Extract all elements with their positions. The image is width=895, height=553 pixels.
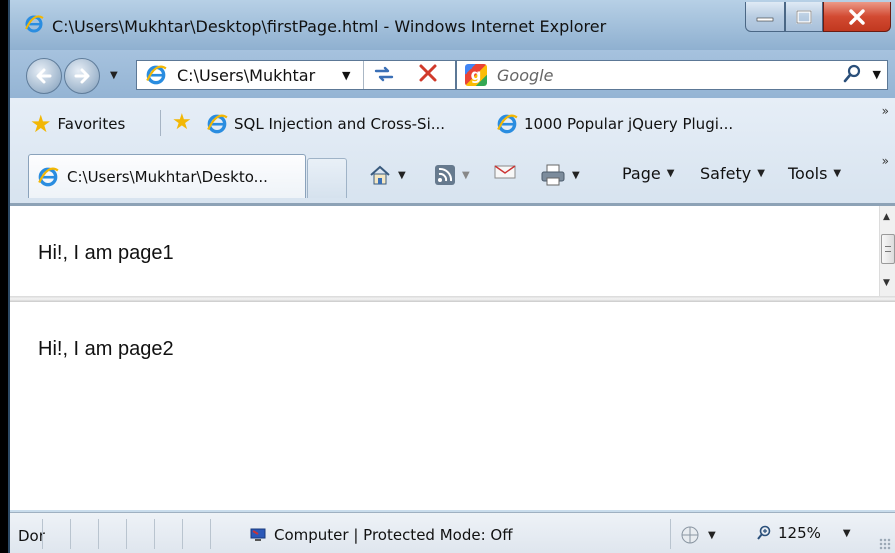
window-title: C:\Users\Mukhtar\Desktop\firstPage.html … — [52, 17, 607, 36]
browser-window: C:\Users\Mukhtar\Desktop\firstPage.html … — [8, 0, 895, 553]
search-input[interactable]: Google — [497, 66, 553, 85]
chevron-down-icon: ▼ — [666, 168, 675, 179]
divider — [160, 110, 161, 136]
maximize-button[interactable] — [785, 2, 823, 32]
chevron-down-icon[interactable]: ▼ — [462, 170, 470, 181]
favorite-link-sql-injection[interactable]: SQL Injection and Cross-Si... — [206, 113, 445, 135]
chevron-down-icon: ▼ — [757, 168, 765, 179]
divider — [154, 519, 155, 549]
safety-menu[interactable]: Safety ▼ — [700, 164, 765, 183]
divider — [42, 519, 43, 549]
ie-logo-icon — [25, 15, 44, 33]
maximize-icon — [796, 9, 812, 24]
zoom-icon — [757, 525, 771, 540]
resize-grip[interactable] — [879, 538, 891, 550]
navigation-bar: ▼ C:\Users\Mukhtar ▼ g Google ▼ — [10, 50, 895, 98]
favorite-link-label: SQL Injection and Cross-Si... — [234, 115, 446, 133]
tools-menu[interactable]: Tools ▼ — [788, 164, 841, 183]
star-icon: ★ — [30, 110, 52, 138]
search-button[interactable] — [843, 64, 861, 89]
divider — [70, 519, 71, 549]
google-icon: g — [465, 64, 487, 86]
chevron-down-icon: ▼ — [842, 527, 851, 539]
vertical-scrollbar[interactable]: ▲ ▼ — [879, 206, 895, 296]
divider — [98, 519, 99, 549]
status-bar: Dor Computer | Protected Mode: Off ▼ 125… — [10, 512, 895, 553]
minimize-button[interactable] — [745, 2, 785, 32]
print-icon — [541, 164, 565, 186]
search-options-dropdown[interactable]: ▼ — [873, 68, 881, 81]
divider — [363, 61, 364, 89]
scroll-up-arrow-icon[interactable]: ▲ — [883, 212, 890, 222]
favorite-link-jquery-plugins[interactable]: 1000 Popular jQuery Plugi... — [496, 113, 733, 135]
grip-icon — [885, 246, 891, 252]
ie-logo-icon — [146, 65, 167, 85]
safety-menu-label: Safety — [700, 164, 752, 183]
page1-text: Hi!, I am page1 — [38, 242, 174, 264]
computer-zone-icon — [250, 528, 266, 541]
read-mail-icon — [494, 165, 516, 179]
content-frame-bottom: Hi!, I am page2 — [10, 302, 895, 510]
favorite-link-label: 1000 Popular jQuery Plugi... — [524, 115, 734, 133]
divider — [210, 519, 211, 549]
rss-feed-icon — [435, 165, 455, 185]
address-dropdown-button[interactable]: ▼ — [342, 69, 350, 82]
tab-label: C:\Users\Mukhtar\Deskto... — [67, 167, 268, 186]
tools-menu-label: Tools — [788, 164, 828, 183]
protected-mode-button[interactable]: ▼ — [680, 525, 716, 545]
security-zone-label: Computer | Protected Mode: Off — [274, 526, 513, 544]
print-button[interactable]: ▼ — [540, 164, 580, 186]
chevron-down-icon: ▼ — [708, 529, 716, 541]
close-button[interactable] — [823, 2, 891, 32]
zoom-level-button[interactable]: 125% ▼ — [756, 524, 851, 542]
favorites-overflow-chevron-icon[interactable]: » — [882, 104, 889, 118]
search-icon — [843, 64, 861, 83]
back-button[interactable] — [26, 58, 62, 94]
recent-pages-dropdown[interactable]: ▼ — [110, 70, 118, 81]
stop-icon — [419, 64, 437, 82]
ie-logo-icon — [497, 114, 518, 134]
close-icon — [849, 8, 865, 25]
page-menu-label: Page — [622, 164, 661, 183]
stop-button[interactable] — [417, 61, 439, 91]
scrollbar-thumb[interactable] — [881, 234, 895, 264]
refresh-button[interactable] — [373, 65, 395, 87]
chevron-down-icon: ▼ — [833, 168, 842, 179]
new-tab-button[interactable] — [307, 158, 347, 198]
page-menu[interactable]: Page ▼ — [622, 164, 674, 183]
scroll-down-arrow-icon[interactable]: ▼ — [883, 278, 890, 288]
minimize-icon — [756, 17, 774, 21]
back-arrow-icon — [36, 68, 52, 84]
chevron-down-icon[interactable]: ▼ — [398, 170, 406, 181]
favorites-button[interactable]: ★ Favorites — [30, 112, 125, 136]
divider — [182, 519, 183, 549]
address-input[interactable]: C:\Users\Mukhtar — [177, 66, 315, 85]
ie-logo-icon — [207, 114, 228, 134]
zoom-level-label: 125% — [778, 524, 821, 542]
add-favorite-icon[interactable]: ★ — [172, 110, 192, 135]
home-button[interactable]: ▼ — [368, 164, 406, 186]
chevron-down-icon[interactable]: ▼ — [572, 170, 580, 181]
favorites-label: Favorites — [57, 115, 126, 133]
globe-icon — [681, 526, 699, 544]
read-mail-button[interactable] — [494, 164, 516, 180]
search-box[interactable]: g Google ▼ — [456, 60, 888, 90]
forward-button[interactable] — [64, 58, 100, 94]
home-icon — [370, 165, 390, 185]
content-frame-top: Hi!, I am page1 — [10, 206, 879, 296]
status-text: Dor — [18, 527, 45, 545]
tab-current-page[interactable]: C:\Users\Mukhtar\Deskto... — [28, 154, 306, 198]
ie-logo-icon — [38, 167, 59, 186]
divider — [126, 519, 127, 549]
refresh-icon — [374, 66, 394, 82]
divider — [670, 519, 671, 549]
forward-arrow-icon — [74, 68, 90, 84]
security-zone-indicator[interactable]: Computer | Protected Mode: Off — [250, 526, 513, 544]
favorites-and-command-bar: ★ Favorites ★ SQL Injection and Cross-Si… — [10, 98, 895, 206]
page2-text: Hi!, I am page2 — [38, 338, 174, 360]
title-bar[interactable]: C:\Users\Mukhtar\Desktop\firstPage.html … — [10, 0, 895, 50]
address-bar[interactable]: C:\Users\Mukhtar ▼ — [136, 60, 456, 90]
command-overflow-chevron-icon[interactable]: » — [882, 154, 889, 168]
feeds-button[interactable]: ▼ — [434, 164, 470, 186]
